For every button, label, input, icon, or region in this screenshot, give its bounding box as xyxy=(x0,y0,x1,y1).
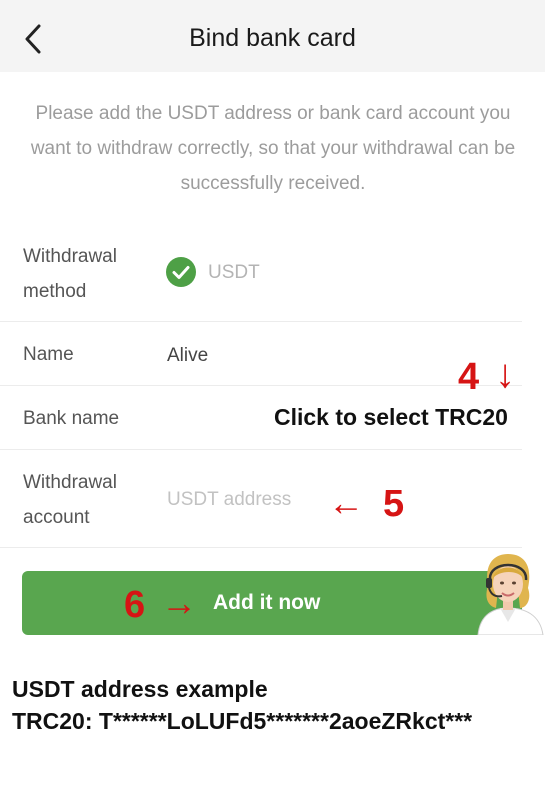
withdrawal-method-label-line1: Withdrawal xyxy=(23,246,117,267)
page-title: Bind bank card xyxy=(189,24,356,52)
usdt-example-title: USDT address example xyxy=(12,676,268,702)
withdrawal-account-label: Withdrawal account xyxy=(23,465,117,535)
withdrawal-account-label-line1: Withdrawal xyxy=(23,472,117,493)
name-label: Name xyxy=(23,344,74,365)
name-value: Alive xyxy=(167,345,209,366)
header-bar: Bind bank card xyxy=(0,0,545,72)
withdrawal-method-option-usdt[interactable]: USDT xyxy=(208,262,260,284)
instruction-text: Please add the USDT address or bank card… xyxy=(30,103,516,194)
step-5-number: 5 xyxy=(383,483,405,525)
usdt-example-value: TRC20: T******LoLUFd5*******2aoeZRkct*** xyxy=(12,708,473,734)
check-circle-icon[interactable] xyxy=(166,257,196,287)
step-4-down-arrow: ↓ xyxy=(495,352,515,396)
step-6-number: 6 xyxy=(124,584,146,626)
withdrawal-method-label-line2: method xyxy=(23,281,87,302)
support-agent-icon xyxy=(477,554,544,635)
add-it-now-label[interactable]: Add it now xyxy=(213,591,320,615)
select-trc20-hint[interactable]: Click to select TRC20 xyxy=(274,404,508,431)
step-6-right-arrow: → xyxy=(161,582,197,623)
usdt-address-input[interactable] xyxy=(163,483,321,517)
step-4-number: 4 xyxy=(458,356,480,398)
bank-name-label: Bank name xyxy=(23,408,120,429)
step-5-left-arrow: ← xyxy=(328,482,364,523)
withdrawal-account-label-line2: account xyxy=(23,507,90,528)
name-row xyxy=(0,321,522,386)
withdrawal-method-label: Withdrawal method xyxy=(23,239,117,309)
